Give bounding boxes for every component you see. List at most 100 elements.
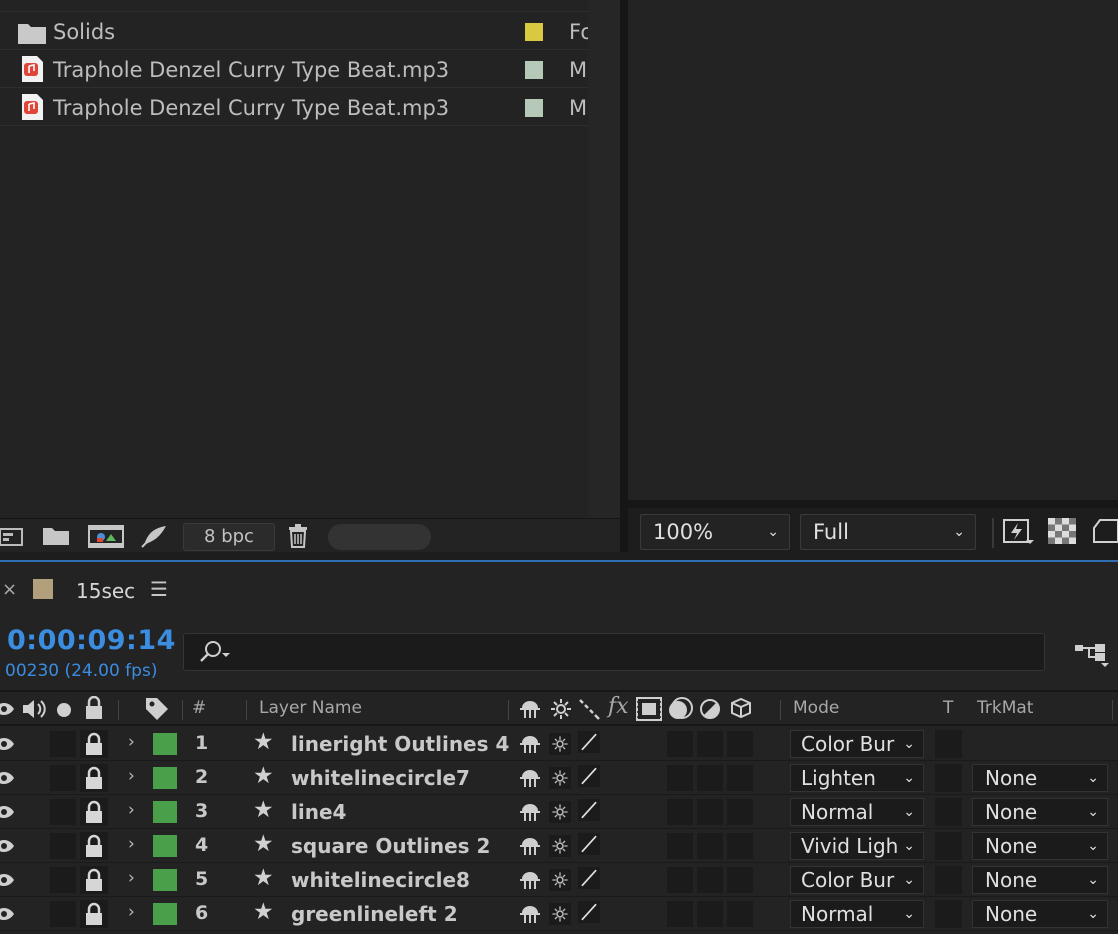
preserve-transparency-toggle[interactable] xyxy=(935,900,962,928)
preserve-transparency-toggle[interactable] xyxy=(935,730,962,758)
comp-flowchart-icon[interactable] xyxy=(1075,641,1111,669)
motion-blur-switch[interactable] xyxy=(667,765,693,791)
video-visibility-icon[interactable] xyxy=(0,700,14,718)
layer-name[interactable]: line4 xyxy=(291,800,346,824)
adjustment-switch[interactable] xyxy=(697,731,723,757)
label-tag-icon[interactable] xyxy=(144,696,170,722)
motion-blur-switch[interactable] xyxy=(667,799,693,825)
zoom-dropdown[interactable]: 100% ⌄ xyxy=(640,514,790,550)
eye-icon[interactable] xyxy=(0,837,14,855)
quality-switch-icon[interactable] xyxy=(575,901,603,923)
shy-switch-icon[interactable] xyxy=(518,733,542,755)
3d-switch[interactable] xyxy=(727,765,753,791)
expand-arrow-icon[interactable]: › xyxy=(128,868,135,888)
3d-switch[interactable] xyxy=(727,833,753,859)
layer-row[interactable]: › 3 ★ line4 Normal ⌄ None ⌄ xyxy=(0,795,1118,829)
layer-label-color[interactable] xyxy=(153,869,177,891)
collapse-switch-icon[interactable] xyxy=(547,869,573,891)
solo-toggle[interactable] xyxy=(50,867,76,893)
project-item-partial[interactable] xyxy=(0,0,588,12)
new-composition-icon[interactable] xyxy=(88,523,124,549)
trkmat-dropdown[interactable]: None ⌄ xyxy=(972,764,1108,792)
collapse-transform-icon[interactable] xyxy=(550,698,572,720)
solo-toggle[interactable] xyxy=(50,901,76,927)
column-layer-name[interactable]: Layer Name xyxy=(259,698,362,718)
column-trkmat[interactable]: TrkMat xyxy=(977,698,1033,718)
layer-label-color[interactable] xyxy=(153,767,177,789)
dependency-icon[interactable] xyxy=(140,523,168,549)
3d-layer-icon[interactable] xyxy=(730,697,752,719)
solo-icon[interactable] xyxy=(56,702,72,718)
shy-icon[interactable] xyxy=(518,698,542,720)
layer-row[interactable]: › 6 ★ greenlineleft 2 Normal ⌄ None ⌄ xyxy=(0,897,1118,931)
bit-depth-button[interactable]: 8 bpc xyxy=(183,523,275,551)
3d-switch[interactable] xyxy=(727,799,753,825)
layer-row[interactable]: › 1 ★ lineright Outlines 4 Color Bur ⌄ xyxy=(0,727,1118,761)
trash-icon[interactable] xyxy=(287,523,309,549)
panel-divider[interactable] xyxy=(620,0,628,552)
trkmat-dropdown[interactable]: None ⌄ xyxy=(972,866,1108,894)
layer-label-color[interactable] xyxy=(153,733,177,755)
quality-switch-icon[interactable] xyxy=(575,765,603,787)
eye-icon[interactable] xyxy=(0,735,14,753)
column-divider[interactable] xyxy=(508,700,509,720)
shy-switch-icon[interactable] xyxy=(518,869,542,891)
motion-blur-icon[interactable] xyxy=(666,696,696,722)
blend-mode-dropdown[interactable]: Color Bur ⌄ xyxy=(790,866,924,894)
preserve-transparency-toggle[interactable] xyxy=(935,832,962,860)
adjustment-layer-icon[interactable] xyxy=(699,698,721,720)
column-mode[interactable]: Mode xyxy=(793,698,839,718)
motion-blur-switch[interactable] xyxy=(667,731,693,757)
quality-switch-icon[interactable] xyxy=(575,833,603,855)
quality-switch-icon[interactable] xyxy=(575,867,603,889)
lock-icon[interactable] xyxy=(80,866,108,894)
layer-row[interactable]: › 4 ★ square Outlines 2 Vivid Ligh ⌄ Non… xyxy=(0,829,1118,863)
shy-switch-icon[interactable] xyxy=(518,835,542,857)
trkmat-dropdown[interactable]: None ⌄ xyxy=(972,798,1108,826)
adjustment-switch[interactable] xyxy=(697,867,723,893)
label-swatch[interactable] xyxy=(525,61,543,79)
eye-icon[interactable] xyxy=(0,905,14,923)
blend-mode-dropdown[interactable]: Color Bur ⌄ xyxy=(790,730,924,758)
thumbnail-slider[interactable] xyxy=(328,524,431,550)
current-time-display[interactable]: 0:00:09:14 xyxy=(7,625,176,656)
adjustment-switch[interactable] xyxy=(697,765,723,791)
lock-icon[interactable] xyxy=(80,798,108,826)
adjustment-switch[interactable] xyxy=(697,901,723,927)
layer-name[interactable]: whitelinecircle8 xyxy=(291,868,470,892)
quality-switch-icon[interactable] xyxy=(575,799,603,821)
project-scrollbar[interactable] xyxy=(588,0,620,518)
effects-column[interactable]: fx xyxy=(608,694,629,719)
collapse-switch-icon[interactable] xyxy=(547,767,573,789)
preserve-transparency-toggle[interactable] xyxy=(935,798,962,826)
interpret-footage-icon[interactable] xyxy=(0,523,24,549)
layer-name[interactable]: whitelinecircle7 xyxy=(291,766,470,790)
composition-viewer[interactable] xyxy=(628,0,1118,500)
column-divider[interactable] xyxy=(118,700,119,720)
layer-name[interactable]: greenlineleft 2 xyxy=(291,902,458,926)
quality-icon[interactable] xyxy=(578,698,602,720)
expand-arrow-icon[interactable]: › xyxy=(128,800,135,820)
collapse-switch-icon[interactable] xyxy=(547,733,573,755)
solo-toggle[interactable] xyxy=(50,765,76,791)
adjustment-switch[interactable] xyxy=(697,799,723,825)
timeline-tab[interactable]: × 15sec ☰ xyxy=(0,562,1118,620)
project-item[interactable]: Solids Fo xyxy=(0,12,588,50)
layer-name[interactable]: square Outlines 2 xyxy=(291,834,490,858)
shy-switch-icon[interactable] xyxy=(518,903,542,925)
lock-icon[interactable] xyxy=(80,832,108,860)
collapse-switch-icon[interactable] xyxy=(547,903,573,925)
lock-icon[interactable] xyxy=(80,730,108,758)
comp-tab-title[interactable]: 15sec xyxy=(76,579,135,603)
layer-name[interactable]: lineright Outlines 4 xyxy=(291,732,509,756)
resolution-dropdown[interactable]: Full ⌄ xyxy=(800,514,976,550)
solo-toggle[interactable] xyxy=(50,799,76,825)
preserve-transparency-toggle[interactable] xyxy=(935,866,962,894)
column-divider[interactable] xyxy=(780,700,781,720)
layer-row[interactable]: › 2 ★ whitelinecircle7 Lighten ⌄ None ⌄ xyxy=(0,761,1118,795)
column-divider[interactable] xyxy=(182,700,183,720)
transparency-grid-icon[interactable] xyxy=(1048,518,1076,544)
expand-arrow-icon[interactable]: › xyxy=(128,902,135,922)
motion-blur-switch[interactable] xyxy=(667,901,693,927)
frame-blending-icon[interactable] xyxy=(636,697,662,721)
